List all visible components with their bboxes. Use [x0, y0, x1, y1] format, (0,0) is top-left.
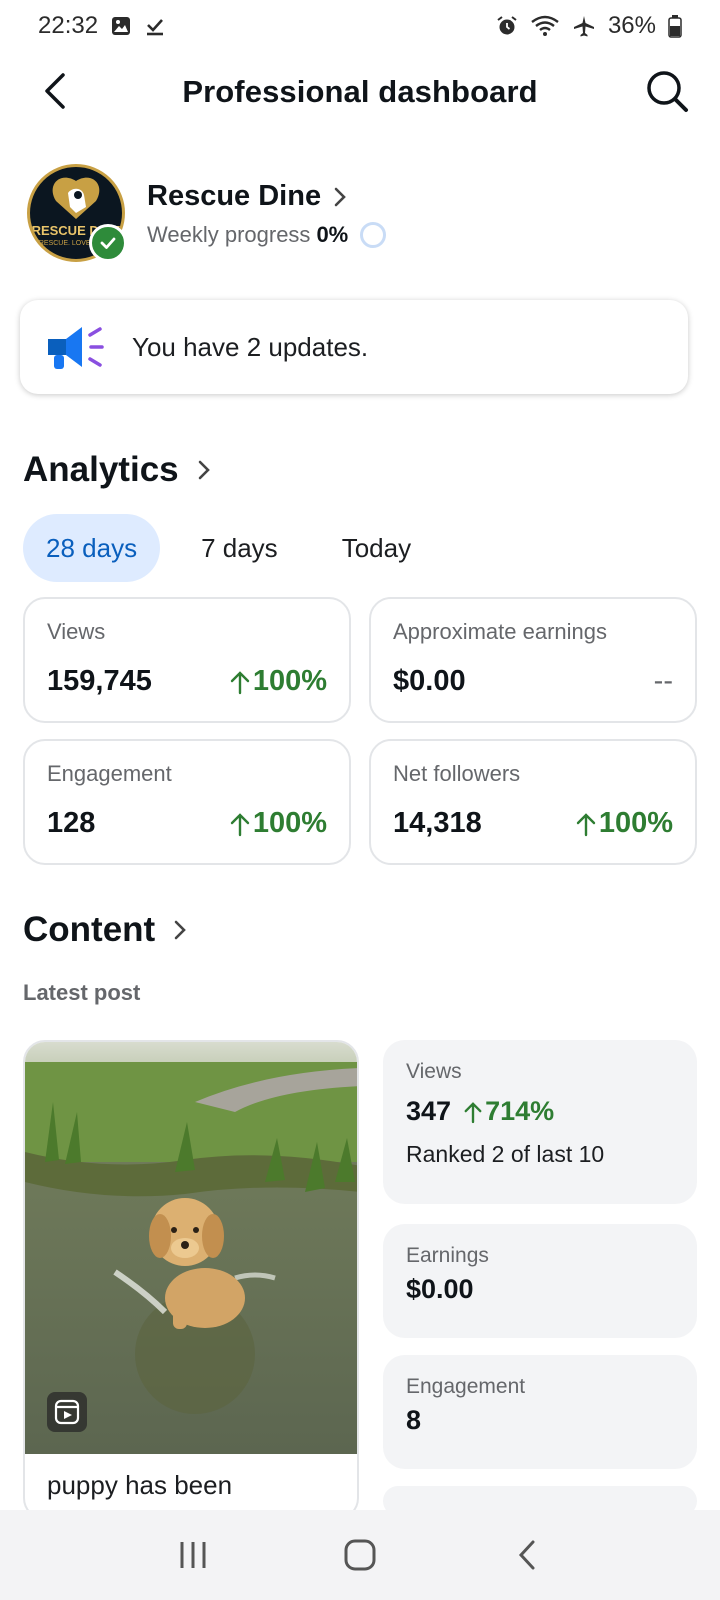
stat-value-row: 347 714%	[406, 1096, 674, 1127]
reel-icon	[54, 1399, 80, 1425]
weekly-progress-value: 0%	[316, 222, 349, 247]
card-value: 159,745	[47, 665, 152, 697]
post-earnings-stat[interactable]: Earnings $0.00	[383, 1224, 697, 1338]
post-engagement-stat[interactable]: Engagement 8	[383, 1355, 697, 1469]
battery-percent: 36%	[607, 12, 656, 39]
recents-icon	[180, 1542, 206, 1568]
home-icon	[344, 1539, 376, 1571]
card-label: Engagement	[47, 761, 172, 786]
weekly-progress: Weekly progress 0%	[147, 222, 387, 248]
post-caption: puppy has been	[47, 1470, 233, 1500]
battery-icon	[668, 14, 682, 38]
stat-value: 347	[406, 1096, 452, 1126]
card-delta: 100%	[575, 807, 673, 840]
verified-badge	[89, 224, 127, 262]
analytics-title: Analytics	[23, 450, 179, 489]
system-nav-bar	[0, 1510, 720, 1600]
tab-7-days[interactable]: 7 days	[178, 514, 301, 582]
task-check-icon	[144, 15, 166, 37]
page-title: Professional dashboard	[182, 74, 538, 109]
nav-back-button[interactable]	[497, 1525, 557, 1585]
chevron-right-icon	[334, 187, 346, 206]
updates-banner[interactable]: You have 2 updates.	[20, 300, 688, 394]
weekly-progress-label: Weekly progress	[147, 222, 311, 247]
status-bar: 22:32 36%	[0, 0, 720, 52]
airplane-icon	[572, 14, 596, 38]
wifi-icon	[530, 15, 560, 37]
reel-badge	[47, 1392, 87, 1432]
profile-name-link[interactable]: Rescue Dine	[147, 180, 347, 213]
recent-apps-button[interactable]	[163, 1525, 223, 1585]
latest-post-label: Latest post	[23, 980, 141, 1005]
content-header[interactable]: Content	[23, 910, 187, 950]
updates-text: You have 2 updates.	[132, 331, 369, 362]
date-range-tabs: 28 days 7 days Today	[23, 514, 452, 582]
stat-label: Views	[406, 1060, 462, 1083]
card-value: 14,318	[393, 807, 482, 839]
card-delta: 100%	[229, 665, 327, 698]
tab-28-days[interactable]: 28 days	[23, 514, 161, 582]
card-label: Views	[47, 619, 106, 644]
card-delta-value: 100%	[252, 807, 327, 839]
card-delta-value: --	[653, 665, 673, 697]
progress-ring	[360, 222, 387, 248]
views-card[interactable]: Views 159,745 100%	[23, 597, 351, 723]
post-views-stat[interactable]: Views 347 714% Ranked 2 of last 10	[383, 1040, 697, 1204]
arrow-up-icon	[230, 812, 250, 836]
card-delta: --	[654, 665, 673, 698]
card-delta-value: 100%	[252, 665, 327, 697]
top-app-bar: Professional dashboard	[0, 52, 720, 132]
gallery-icon	[110, 15, 132, 37]
profile-name: Rescue Dine	[147, 180, 322, 212]
stat-rank: Ranked 2 of last 10	[406, 1141, 605, 1167]
analytics-cards: Views 159,745 100% Approximate earnings …	[23, 597, 697, 865]
analytics-header[interactable]: Analytics	[23, 450, 211, 490]
tab-today[interactable]: Today	[319, 514, 434, 582]
stat-value: $0.00	[406, 1274, 474, 1304]
card-label: Net followers	[393, 761, 521, 786]
search-button[interactable]	[640, 64, 694, 118]
content-title: Content	[23, 910, 156, 949]
card-value: 128	[47, 807, 96, 839]
stat-value: 8	[406, 1405, 422, 1435]
chevron-right-icon	[174, 920, 187, 940]
arrow-up-icon	[230, 670, 250, 694]
card-label: Approximate earnings	[393, 619, 608, 644]
check-icon	[100, 237, 116, 249]
arrow-up-icon	[576, 812, 596, 836]
card-delta: 100%	[229, 807, 327, 840]
stat-label: Engagement	[406, 1375, 526, 1398]
back-button[interactable]	[30, 66, 80, 116]
net-followers-card[interactable]: Net followers 14,318 100%	[369, 739, 697, 865]
megaphone-icon	[48, 327, 104, 369]
chevron-right-icon	[198, 460, 210, 480]
home-button[interactable]	[330, 1525, 390, 1585]
arrow-up-icon	[464, 1101, 482, 1123]
search-icon	[647, 71, 688, 112]
card-delta-value: 100%	[598, 807, 673, 839]
card-value: $0.00	[393, 665, 466, 697]
latest-post-card[interactable]: puppy has been	[23, 1040, 359, 1520]
stat-delta: 714%	[463, 1096, 554, 1127]
earnings-card[interactable]: Approximate earnings $0.00 --	[369, 597, 697, 723]
back-arrow-icon	[45, 73, 65, 109]
profile-row[interactable]: RESCUE DINE RESCUE. LOVE. DINE. Rescue D…	[27, 164, 687, 264]
engagement-card[interactable]: Engagement 128 100%	[23, 739, 351, 865]
post-thumbnail[interactable]	[25, 1042, 357, 1454]
stat-delta-value: 714%	[485, 1096, 555, 1126]
alarm-icon	[496, 15, 518, 37]
status-time: 22:32	[38, 12, 99, 39]
stat-label: Earnings	[406, 1244, 489, 1267]
back-chevron-icon	[518, 1540, 535, 1570]
